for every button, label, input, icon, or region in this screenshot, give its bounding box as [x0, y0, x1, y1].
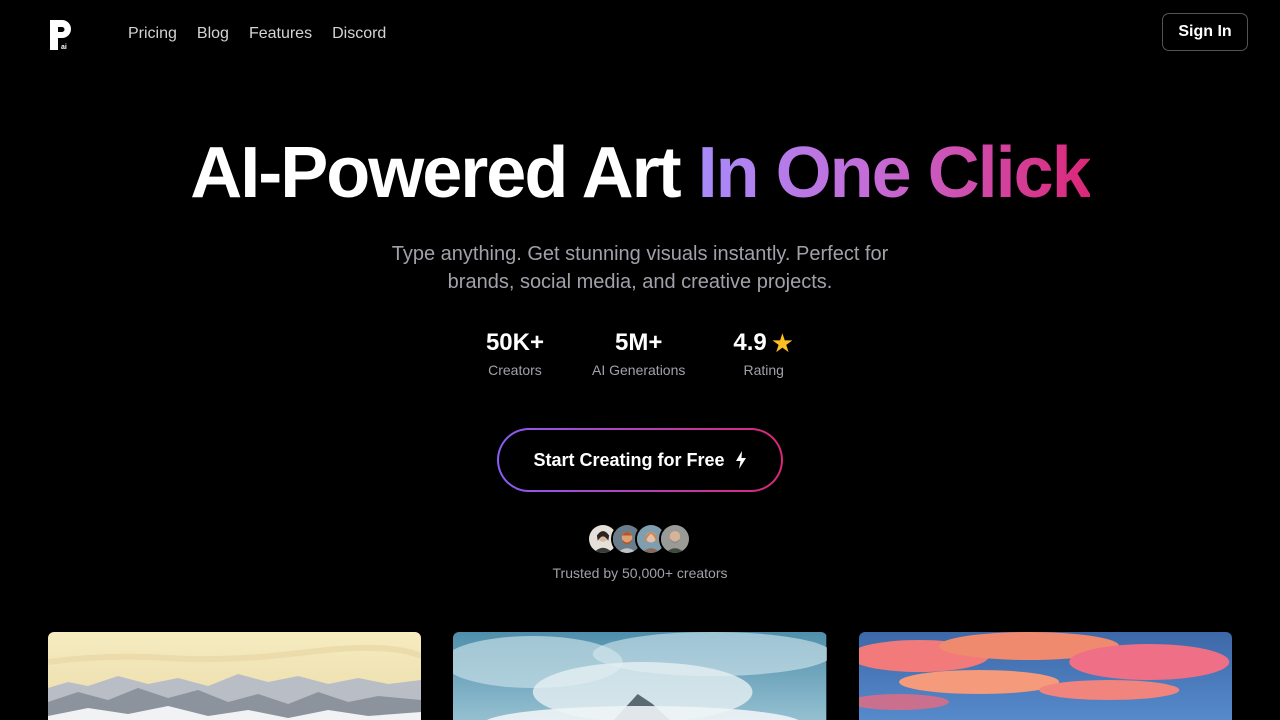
- logo-icon[interactable]: ai: [48, 18, 74, 52]
- nav-link-discord[interactable]: Discord: [332, 24, 386, 44]
- gallery-card-peak[interactable]: [453, 632, 827, 720]
- sign-in-button[interactable]: Sign In: [1162, 13, 1248, 51]
- stat-generations: 5M+ AI Generations: [592, 326, 685, 379]
- nav-links: Pricing Blog Features Discord: [128, 24, 386, 44]
- hero-headline: AI-Powered Art In One Click: [0, 132, 1280, 214]
- lightning-icon: [735, 451, 746, 469]
- stat-label: AI Generations: [591, 362, 686, 378]
- star-icon: ★: [770, 328, 795, 358]
- gallery-card-mountains[interactable]: [48, 632, 422, 720]
- creator-avatars: [587, 523, 691, 555]
- stat-label: Rating: [743, 362, 784, 378]
- stat-value: 4.9: [733, 329, 767, 356]
- top-navbar: ai Pricing Blog Features Discord Sign In: [0, 0, 1280, 68]
- hero-subtitle: Type anything. Get stunning visuals inst…: [391, 243, 889, 293]
- gallery-card-sunset[interactable]: [858, 632, 1232, 720]
- nav-link-pricing[interactable]: Pricing: [128, 24, 177, 44]
- nav-link-blog[interactable]: Blog: [197, 24, 229, 44]
- stats-row: 50K+ Creators 5M+ AI Generations 4.9 ★ Ra…: [0, 326, 1280, 379]
- stat-label: Creators: [488, 362, 542, 378]
- stat-value: 50K+: [485, 329, 544, 356]
- headline-plain: AI-Powered Art: [190, 133, 681, 213]
- trusted-text: Trusted by 50,000+ creators: [552, 565, 728, 581]
- stat-creators: 50K+ Creators: [486, 326, 544, 379]
- headline-accent: In One Click: [697, 133, 1092, 213]
- gallery-row: [48, 632, 1232, 720]
- avatar: [659, 523, 691, 555]
- cta-label: Start Creating for Free: [533, 449, 725, 470]
- svg-text:ai: ai: [61, 44, 67, 51]
- start-creating-button[interactable]: Start Creating for Free: [497, 428, 783, 492]
- nav-link-features[interactable]: Features: [249, 24, 312, 44]
- stat-rating: 4.9 ★ Rating: [733, 326, 794, 379]
- stat-value: 5M+: [615, 329, 663, 356]
